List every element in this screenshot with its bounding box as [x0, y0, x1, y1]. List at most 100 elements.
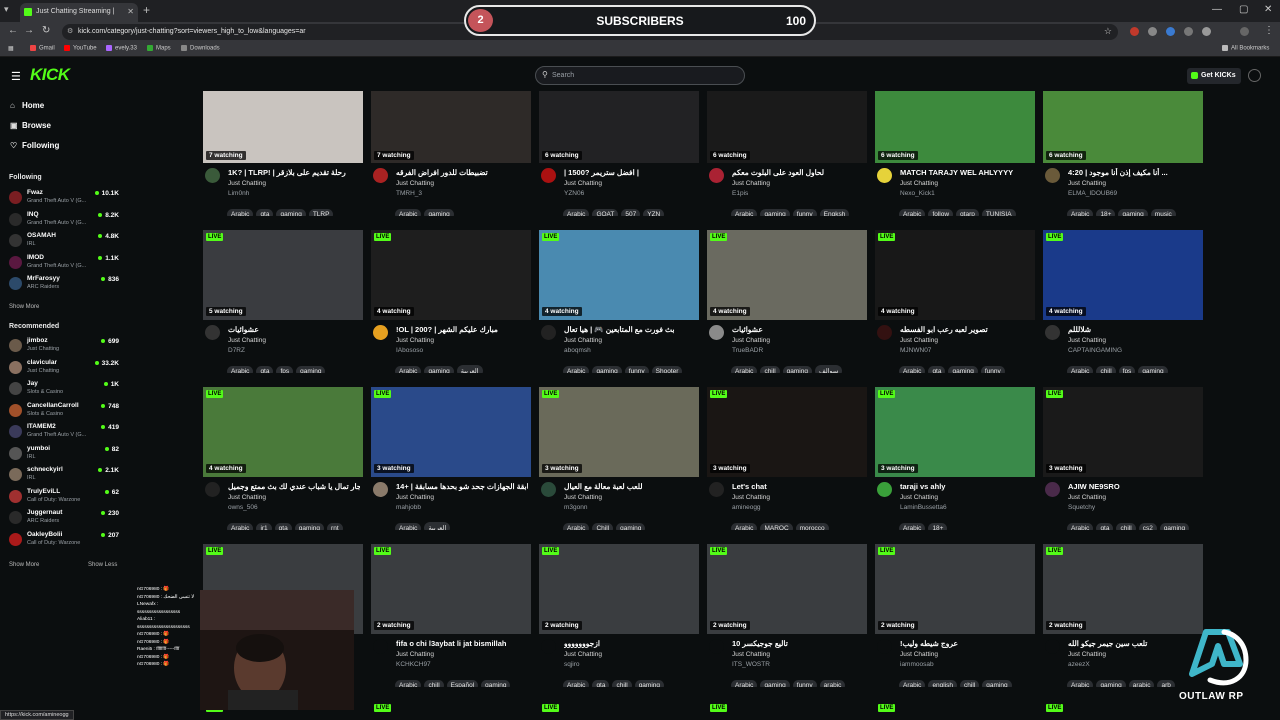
tag-chip[interactable]: Arabic: [227, 366, 254, 373]
browser-tab[interactable]: Just Chatting Streaming | ✕: [20, 3, 138, 22]
tag-chip[interactable]: Arabic: [899, 209, 926, 216]
tag-chip[interactable]: gta: [1096, 523, 1114, 530]
stream-title[interactable]: 1K? | TLRP! | رحلة تقديم على بلازقر: [228, 168, 360, 177]
stream-thumbnail[interactable]: 7 watching: [371, 91, 531, 163]
stream-category[interactable]: Just Chatting: [1068, 494, 1106, 501]
tag-chip[interactable]: العربية: [424, 522, 451, 530]
tag-chip[interactable]: chill: [424, 680, 444, 687]
tag-chip[interactable]: Arabic: [395, 209, 422, 216]
sidebar-channel[interactable]: yumboi IRL 82: [9, 444, 121, 464]
tag-chip[interactable]: gaming: [592, 366, 622, 373]
stream-title[interactable]: taraji vs ahly: [900, 482, 1032, 491]
stream-thumbnail[interactable]: LIVE 2 watching: [539, 544, 699, 634]
stream-thumbnail[interactable]: LIVE 4 watching: [203, 387, 363, 477]
sidebar-channel[interactable]: schneckyirl IRL 2.1K: [9, 465, 121, 485]
stream-category[interactable]: Just Chatting: [732, 494, 770, 501]
streamer-avatar[interactable]: [373, 639, 388, 654]
stream-card[interactable]: LIVE 2 watching ازجووووووو Just Chatting sqj…: [539, 544, 699, 694]
tag-chip[interactable]: Arabic: [395, 680, 422, 687]
tag-chip[interactable]: gta: [256, 366, 274, 373]
tag-chip[interactable]: gta: [592, 680, 610, 687]
streamer-avatar[interactable]: [205, 325, 220, 340]
streamer-name[interactable]: CAPTAINGAMING: [1068, 347, 1122, 354]
close-window-icon[interactable]: ✕: [1264, 4, 1272, 15]
stream-category[interactable]: Just Chatting: [900, 180, 938, 187]
streamer-avatar[interactable]: [877, 639, 892, 654]
maximize-icon[interactable]: ▢: [1239, 4, 1248, 15]
stream-category[interactable]: Just Chatting: [396, 337, 434, 344]
streamer-avatar[interactable]: [1045, 639, 1060, 654]
tag-chip[interactable]: Arabic: [1067, 680, 1094, 687]
site-info-icon[interactable]: ⚙: [67, 27, 73, 35]
stream-title[interactable]: تصوير لعبه رعب ابو الفسطه: [900, 325, 1032, 334]
stream-title[interactable]: تالیع جوجیکسر 10: [732, 639, 864, 648]
stream-title[interactable]: عشوائيات: [228, 325, 360, 334]
streamer-avatar[interactable]: [1045, 168, 1060, 183]
streamer-name[interactable]: ITS_WOSTR: [732, 661, 770, 668]
stream-title[interactable]: تضبيطات للدور افراض الفرقه: [396, 168, 528, 177]
stream-category[interactable]: Just Chatting: [732, 337, 770, 344]
forward-icon[interactable]: →: [24, 25, 34, 36]
tag-chip[interactable]: MAROC: [760, 523, 793, 530]
tag-chip[interactable]: 18+: [1096, 209, 1116, 216]
stream-title[interactable]: !عروج شيطه وليب: [900, 639, 1032, 648]
tag-chip[interactable]: gaming: [782, 366, 812, 373]
stream-card[interactable]: LIVE 4 watching بث فورت مع المتابعين 🎮 | ه…: [539, 230, 699, 380]
tag-chip[interactable]: funny: [624, 366, 649, 373]
stream-title[interactable]: للعب لعبة معالة مع العيال: [564, 482, 696, 491]
tag-chip[interactable]: Arabic: [1067, 366, 1094, 373]
all-bookmarks[interactable]: All Bookmarks: [1222, 45, 1269, 52]
stream-category[interactable]: Just Chatting: [228, 337, 266, 344]
stream-card[interactable]: 6 watching MATCH TARAJY WEL AHLYYYY Just C…: [875, 91, 1035, 241]
tag-chip[interactable]: chill: [960, 680, 980, 687]
tag-chip[interactable]: Arabic: [1067, 523, 1094, 530]
tag-chip[interactable]: Arabic: [563, 523, 590, 530]
stream-thumbnail[interactable]: LIVE 3 watching: [707, 387, 867, 477]
sidebar-item-following[interactable]: ♡ Following: [10, 141, 59, 150]
stream-thumbnail[interactable]: 7 watching: [203, 91, 363, 163]
sidebar-channel[interactable]: OSAMAH IRL 4.8K: [9, 231, 121, 251]
streamer-name[interactable]: LaminBussetta6: [900, 504, 947, 511]
stream-thumbnail[interactable]: 6 watching: [1043, 91, 1203, 163]
stream-thumbnail[interactable]: LIVE 4 watching: [707, 230, 867, 320]
tag-chip[interactable]: follow: [928, 209, 954, 216]
tag-chip[interactable]: Arabic: [731, 523, 758, 530]
sidebar-channel[interactable]: clavicular Just Chatting 33.2K: [9, 358, 121, 378]
stream-thumbnail[interactable]: LIVE 4 watching: [1043, 230, 1203, 320]
stream-category[interactable]: Just Chatting: [564, 337, 602, 344]
tag-chip[interactable]: gtarp: [956, 209, 979, 216]
tag-chip[interactable]: ir1: [256, 523, 272, 530]
stream-card[interactable]: LIVE 2 watching تلعب سين جيمر جيكو الله Jus…: [1043, 544, 1203, 694]
tag-chip[interactable]: chill: [1096, 366, 1116, 373]
tag-chip[interactable]: Arabic: [731, 209, 758, 216]
tag-chip[interactable]: Arabic: [563, 209, 590, 216]
extension-icon[interactable]: [1148, 27, 1157, 36]
tag-chip[interactable]: TLRP: [308, 209, 334, 216]
tag-chip[interactable]: Arabic: [899, 523, 926, 530]
stream-thumbnail[interactable]: LIVE 3 watching: [371, 387, 531, 477]
streamer-name[interactable]: TrueBADR: [732, 347, 763, 354]
stream-category[interactable]: Just Chatting: [228, 494, 266, 501]
stream-card[interactable]: 6 watching لحاول العود على البلوت معكم Jus…: [707, 91, 867, 241]
bookmark-evely[interactable]: evely.33: [106, 45, 137, 52]
stream-thumbnail[interactable]: 6 watching: [875, 91, 1035, 163]
tag-chip[interactable]: 18+: [928, 523, 948, 530]
tag-chip[interactable]: gaming: [424, 209, 454, 216]
stream-thumbnail[interactable]: LIVE 2 watching: [707, 544, 867, 634]
stream-category[interactable]: Just Chatting: [564, 651, 602, 658]
streamer-avatar[interactable]: [205, 168, 220, 183]
tag-chip[interactable]: gaming: [481, 680, 511, 687]
tag-chip[interactable]: gaming: [424, 366, 454, 373]
tag-chip[interactable]: gta: [274, 523, 292, 530]
tag-chip[interactable]: gta: [928, 366, 946, 373]
extension-icon[interactable]: [1130, 27, 1139, 36]
tag-chip[interactable]: morocco: [795, 523, 829, 530]
tag-chip[interactable]: english: [928, 680, 958, 687]
streamer-name[interactable]: D7RZ: [228, 347, 245, 354]
sidebar-item-browse[interactable]: ▣ Browse: [10, 121, 51, 130]
streamer-name[interactable]: mahjobb: [396, 504, 421, 511]
streamer-avatar[interactable]: [373, 325, 388, 340]
streamer-avatar[interactable]: [541, 168, 556, 183]
bookmark-star-icon[interactable]: ☆: [1104, 26, 1112, 37]
stream-category[interactable]: Just Chatting: [564, 494, 602, 501]
